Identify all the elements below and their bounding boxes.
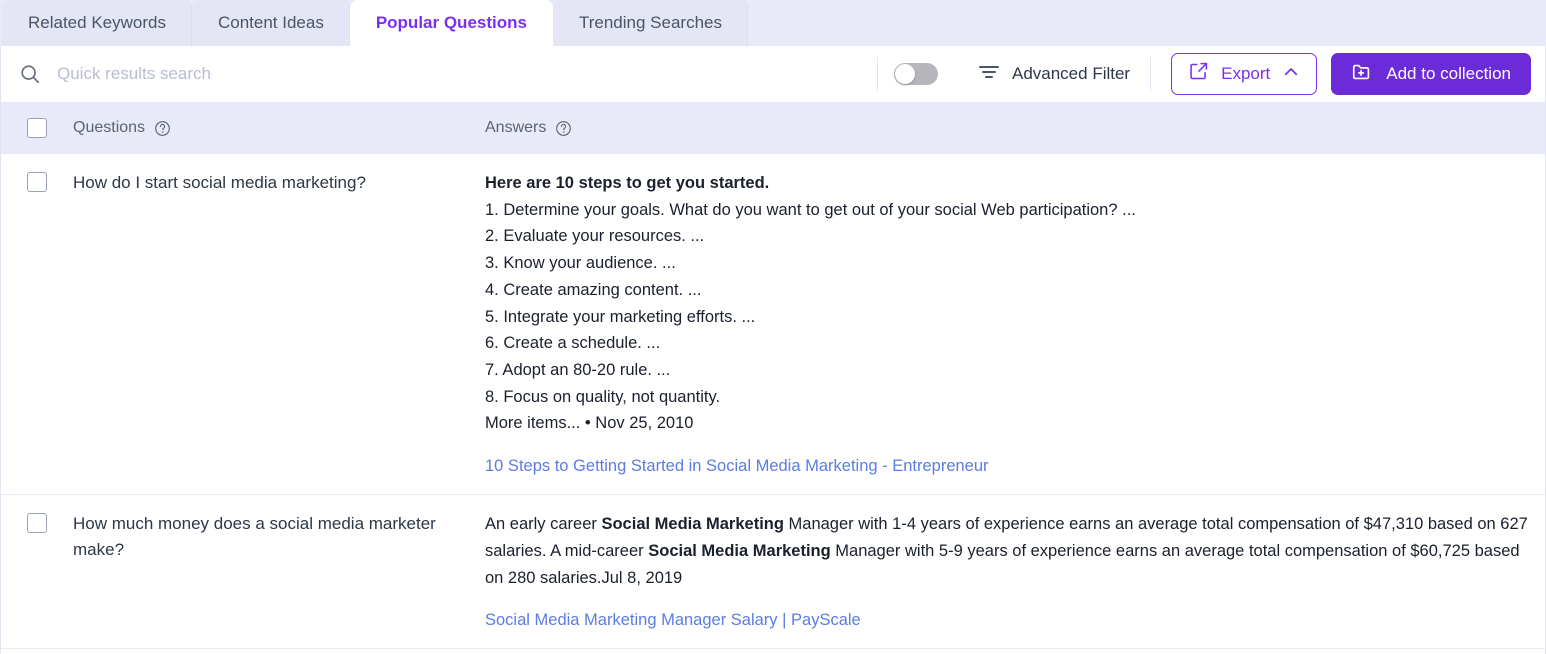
answer-step: 7. Adopt an 80-20 rule. ... bbox=[485, 361, 671, 380]
table-row: How much money does a social media marke… bbox=[1, 495, 1545, 650]
row-checkbox[interactable] bbox=[27, 172, 47, 192]
table-row: How do I start social media marketing? H… bbox=[1, 154, 1545, 496]
tab-strip: Related Keywords Content Ideas Popular Q… bbox=[0, 0, 1546, 46]
advanced-filter-toggle[interactable] bbox=[893, 63, 938, 85]
export-icon bbox=[1188, 61, 1209, 87]
answers-column-header: Answers bbox=[485, 119, 1545, 137]
answer-cell: An early career Social Media Marketing M… bbox=[485, 495, 1545, 648]
tab-popular-questions[interactable]: Popular Questions bbox=[349, 0, 553, 46]
search-input[interactable] bbox=[57, 64, 873, 84]
row-select-cell bbox=[1, 495, 73, 648]
toolbar-divider bbox=[876, 57, 878, 91]
answer-keyword: Social Media Marketing bbox=[601, 515, 784, 534]
answer-step: 6. Create a schedule. ... bbox=[485, 334, 661, 353]
answers-header-label: Answers bbox=[485, 119, 547, 136]
answer-step: 8. Focus on quality, not quantity. bbox=[485, 387, 721, 406]
answer-text: An early career Social Media Marketing M… bbox=[485, 511, 1531, 591]
answer-text: Here are 10 steps to get you started. 1.… bbox=[485, 170, 1531, 437]
answer-step: 2. Evaluate your resources. ... bbox=[485, 227, 705, 246]
chevron-up-icon bbox=[1282, 63, 1300, 86]
answer-step: 4. Create amazing content. ... bbox=[485, 280, 702, 299]
tab-label: Trending Searches bbox=[578, 13, 722, 32]
answer-steps-list: 1. Determine your goals. What do you wan… bbox=[485, 197, 1531, 411]
answer-part: An early career bbox=[485, 515, 602, 534]
questions-column-header: Questions bbox=[73, 119, 485, 137]
tab-label: Related Keywords bbox=[28, 13, 166, 32]
tab-trending-searches[interactable]: Trending Searches bbox=[552, 0, 748, 46]
add-to-collection-label: Add to collection bbox=[1386, 64, 1511, 83]
advanced-filter-button[interactable]: Advanced Filter bbox=[978, 63, 1130, 86]
search-box[interactable] bbox=[19, 63, 873, 85]
toolbar-divider-2 bbox=[1150, 57, 1152, 91]
answer-keyword: Social Media Marketing bbox=[648, 541, 831, 560]
answer-cell: Here are 10 steps to get you started. 1.… bbox=[485, 154, 1545, 494]
popular-questions-panel: Related Keywords Content Ideas Popular Q… bbox=[0, 0, 1546, 654]
question-cell: How much money does a social media marke… bbox=[73, 495, 485, 648]
filter-icon bbox=[978, 63, 1000, 86]
toggle-knob bbox=[894, 64, 915, 84]
folder-plus-icon bbox=[1351, 61, 1373, 88]
row-checkbox[interactable] bbox=[27, 513, 47, 534]
answer-source-link[interactable]: Social Media Marketing Manager Salary | … bbox=[485, 611, 1531, 630]
answer-footer: More items... • Nov 25, 2010 bbox=[485, 414, 694, 433]
answers-help-icon[interactable] bbox=[555, 120, 572, 137]
select-all-checkbox[interactable] bbox=[27, 118, 47, 138]
question-text: How much money does a social media marke… bbox=[73, 514, 436, 559]
answer-step: 1. Determine your goals. What do you wan… bbox=[485, 200, 1136, 219]
select-all-cell bbox=[1, 118, 73, 138]
content-panel: Advanced Filter Export bbox=[0, 46, 1546, 654]
questions-header-label: Questions bbox=[73, 119, 146, 136]
answer-step: 3. Know your audience. ... bbox=[485, 254, 676, 273]
tab-related-keywords[interactable]: Related Keywords bbox=[2, 0, 192, 46]
questions-help-icon[interactable] bbox=[154, 120, 171, 137]
answer-heading: Here are 10 steps to get you started. bbox=[485, 174, 770, 192]
export-button[interactable]: Export bbox=[1171, 53, 1318, 95]
search-icon bbox=[19, 63, 41, 85]
question-cell: How do I start social media marketing? bbox=[73, 154, 485, 494]
tab-label: Popular Questions bbox=[375, 13, 527, 32]
advanced-filter-label: Advanced Filter bbox=[1011, 64, 1131, 83]
answer-source-link[interactable]: 10 Steps to Getting Started in Social Me… bbox=[485, 457, 1531, 476]
tab-content-ideas[interactable]: Content Ideas bbox=[191, 0, 350, 46]
add-to-collection-button[interactable]: Add to collection bbox=[1331, 53, 1531, 95]
answer-step: 5. Integrate your marketing efforts. ... bbox=[485, 307, 756, 326]
table-header: Questions Answers bbox=[1, 102, 1545, 154]
tab-label: Content Ideas bbox=[217, 13, 324, 32]
toolbar: Advanced Filter Export bbox=[1, 46, 1545, 102]
export-label: Export bbox=[1221, 64, 1271, 83]
question-text: How do I start social media marketing? bbox=[73, 173, 366, 192]
row-select-cell bbox=[1, 154, 73, 494]
